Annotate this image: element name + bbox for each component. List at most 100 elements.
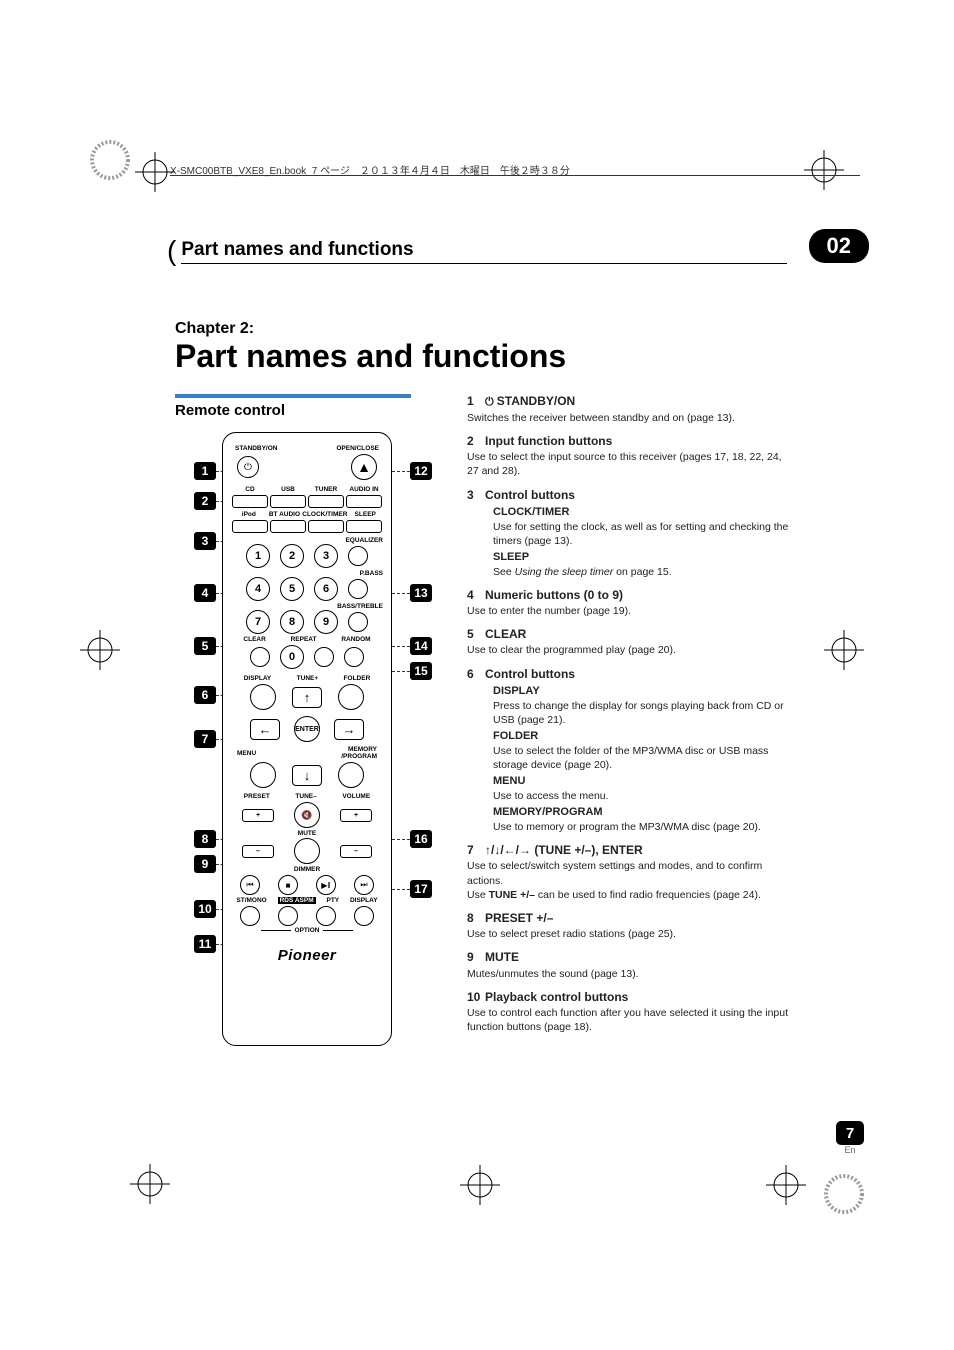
random-button [344, 647, 364, 667]
next-button: ⏭ [354, 875, 374, 895]
label-ipod: iPod [231, 511, 267, 518]
label-preset: PRESET [244, 793, 270, 800]
preset-plus: + [242, 809, 274, 822]
callout-17: 17 [410, 880, 432, 898]
equalizer-button [348, 546, 368, 566]
regmark-bl [130, 1164, 170, 1204]
rosette-br [824, 1174, 864, 1214]
desc-8: 8PRESET +/– Use to select preset radio s… [467, 910, 789, 941]
open-close-button: ▲ [351, 454, 377, 480]
label-cd: CD [231, 486, 269, 493]
vol-minus: – [340, 845, 372, 858]
dash [392, 646, 410, 647]
desc-2: 2Input function buttons Use to select th… [467, 433, 789, 479]
preset-minus: – [242, 845, 274, 858]
stmono-button [240, 906, 260, 926]
label-memoryprogram: MEMORY /PROGRAM [341, 746, 377, 760]
desc-7: 7↑/↓/←/→ (TUNE +/–), ENTER Use to select… [467, 842, 789, 902]
up-button: ↑ [292, 687, 322, 708]
callout-1: 1 [194, 462, 216, 480]
usb-button [270, 495, 306, 508]
audioin-button [346, 495, 382, 508]
stop-button: ■ [278, 875, 298, 895]
callout-12: 12 [410, 462, 432, 480]
dash [392, 471, 410, 472]
mute-circle [294, 838, 320, 864]
callout-14: 14 [410, 637, 432, 655]
folder-button [338, 684, 364, 710]
callout-11: 11 [194, 935, 216, 953]
label-display2: DISPLAY [350, 897, 378, 904]
callout-15: 15 [410, 662, 432, 680]
tuner-button [308, 495, 344, 508]
section-title: Part names and functions [181, 239, 787, 264]
callout-2: 2 [194, 492, 216, 510]
desc-6: 6Control buttons DISPLAY Press to change… [467, 666, 789, 835]
num-8: 8 [280, 610, 304, 634]
dash [392, 889, 410, 890]
clocktimer-button [308, 520, 344, 533]
label-tuneplus: TUNE+ [297, 675, 319, 682]
label-clear: CLEAR [243, 636, 265, 643]
blue-accent-bar [175, 394, 411, 398]
label-standby: STANDBY/ON [235, 445, 278, 452]
label-usb: USB [269, 486, 307, 493]
regmark-top-inner [135, 152, 175, 192]
ipod-button [232, 520, 268, 533]
callout-9: 9 [194, 855, 216, 873]
right-button: → [334, 719, 364, 740]
num-6: 6 [314, 577, 338, 601]
desc-1: 1⏻ STANDBY/ON Switches the receiver betw… [467, 393, 789, 425]
label-random: RANDOM [341, 636, 370, 643]
desc-4: 4Numeric buttons (0 to 9) Use to enter t… [467, 587, 789, 618]
num-4: 4 [246, 577, 270, 601]
label-volume: VOLUME [342, 793, 370, 800]
chapter-badge: 02 [809, 229, 869, 263]
num-9: 9 [314, 610, 338, 634]
aspm-button [278, 906, 298, 926]
remote-diagram: 1 2 3 4 5 6 7 8 9 10 11 12 13 14 15 16 1… [194, 432, 420, 1046]
pty-button [316, 906, 336, 926]
basstreble-button [348, 612, 368, 632]
clear-button [250, 647, 270, 667]
callout-13: 13 [410, 584, 432, 602]
callout-5: 5 [194, 637, 216, 655]
regmark-left [80, 630, 120, 670]
left-button: ← [250, 719, 280, 740]
label-tuneminus: TUNE– [295, 793, 316, 800]
desc-3: 3Control buttons CLOCK/TIMER Use for set… [467, 487, 789, 579]
label-audioin: AUDIO IN [345, 486, 383, 493]
page-header: ( Part names and functions 02 [167, 235, 787, 267]
callout-3: 3 [194, 532, 216, 550]
callout-16: 16 [410, 830, 432, 848]
dash [392, 593, 410, 594]
desc-5: 5CLEAR Use to clear the programmed play … [467, 626, 789, 657]
dash [392, 839, 410, 840]
remote-control-heading: Remote control [175, 402, 285, 419]
memory-button [338, 762, 364, 788]
num-0: 0 [280, 645, 304, 669]
desc-9: 9MUTE Mutes/unmutes the sound (page 13). [467, 949, 789, 980]
pbass-button [348, 579, 368, 599]
prev-button: ⏮ [240, 875, 260, 895]
btaudio-button [270, 520, 306, 533]
label-dimmer: DIMMER [294, 866, 320, 873]
label-stmono: ST/MONO [236, 897, 266, 904]
label-repeat: REPEAT [291, 636, 317, 643]
repeat-button [314, 647, 334, 667]
rosette-tl [90, 140, 130, 180]
label-tuner: TUNER [307, 486, 345, 493]
sleep-button [346, 520, 382, 533]
num-7: 7 [246, 610, 270, 634]
num-1: 1 [246, 544, 270, 568]
cd-button [232, 495, 268, 508]
callout-6: 6 [194, 686, 216, 704]
label-menu: MENU [237, 750, 256, 757]
remote-body: STANDBY/ON OPEN/CLOSE ⏻ ▲ CD USB TUNER A… [222, 432, 392, 1046]
desc-10: 10Playback control buttons Use to contro… [467, 989, 789, 1035]
callout-7: 7 [194, 730, 216, 748]
display2-button [354, 906, 374, 926]
header-rule [170, 175, 860, 176]
play-button: ▶‖ [316, 875, 336, 895]
callout-4: 4 [194, 584, 216, 602]
